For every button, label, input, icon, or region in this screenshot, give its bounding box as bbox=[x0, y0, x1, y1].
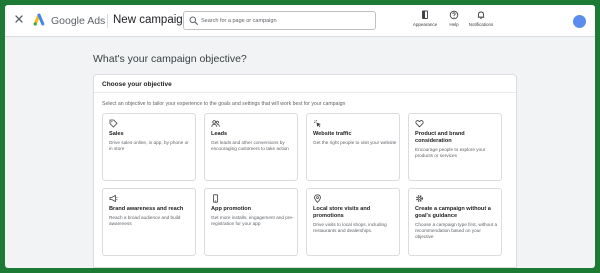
objective-title: Product and brand consideration bbox=[415, 131, 465, 144]
settings-gear-icon bbox=[416, 195, 423, 202]
search-input[interactable] bbox=[201, 13, 371, 28]
title-divider bbox=[107, 14, 108, 28]
avatar[interactable] bbox=[573, 15, 586, 28]
objective-title: Brand awareness and reach bbox=[109, 206, 184, 212]
notifications-button[interactable]: Notifications bbox=[463, 10, 499, 32]
appearance-icon bbox=[422, 10, 428, 19]
objective-description: Get the right people to visit your websi… bbox=[313, 140, 397, 145]
objective-title: Local store visits and promotions bbox=[313, 206, 371, 219]
page-title: New campaign bbox=[113, 14, 190, 26]
browser-window: Google Ads New campaign Appearance Help bbox=[5, 5, 595, 268]
objective-title: Create a campaign without a goal's guida… bbox=[415, 206, 491, 219]
objective-description: Encourage people to explore your product… bbox=[415, 147, 486, 158]
cursor-click-icon bbox=[314, 120, 321, 128]
objective-title: App promotion bbox=[211, 206, 252, 212]
objective-description: Drive visits to local shops, including r… bbox=[313, 222, 387, 233]
heart-icon bbox=[415, 120, 424, 128]
help-icon bbox=[449, 10, 459, 20]
panel-divider bbox=[94, 92, 516, 93]
google-ads-logo-icon bbox=[33, 13, 45, 26]
objective-description: Get leads and other conversions by encou… bbox=[211, 140, 289, 151]
objective-description: Reach a broad audience and build awarene… bbox=[109, 215, 181, 226]
top-bar: Google Ads New campaign Appearance Help bbox=[5, 5, 595, 37]
brand-name: Google Ads bbox=[51, 15, 106, 27]
objective-card-local-store[interactable]: Local store visits and promotions Drive … bbox=[306, 188, 400, 256]
objective-card-app-promotion[interactable]: App promotion Get more installs, engagem… bbox=[204, 188, 298, 256]
objective-card-sales[interactable]: Sales Drive sales online, in app, by pho… bbox=[102, 113, 196, 181]
tag-icon bbox=[109, 119, 118, 128]
panel-subtitle: Select an objective to tailor your exper… bbox=[102, 101, 346, 107]
close-icon[interactable] bbox=[13, 13, 25, 25]
objective-card-website-traffic[interactable]: Website traffic Get the right people to … bbox=[306, 113, 400, 181]
objective-card-no-guidance[interactable]: Create a campaign without a goal's guida… bbox=[408, 188, 502, 256]
location-pin-icon bbox=[314, 194, 321, 203]
objective-card-consideration[interactable]: Product and brand consideration Encourag… bbox=[408, 113, 502, 181]
search-icon bbox=[189, 16, 198, 25]
objective-panel: Choose your objective Select an objectiv… bbox=[93, 74, 517, 268]
objective-card-leads[interactable]: Leads Get leads and other conversions by… bbox=[204, 113, 298, 181]
search-box[interactable] bbox=[183, 11, 376, 30]
objective-card-awareness[interactable]: Brand awareness and reach Reach a broad … bbox=[102, 188, 196, 256]
objective-title: Sales bbox=[109, 131, 124, 137]
people-icon bbox=[211, 120, 220, 127]
notifications-label: Notifications bbox=[468, 22, 494, 27]
objective-title: Website traffic bbox=[313, 131, 352, 137]
bell-icon bbox=[477, 11, 485, 20]
panel-title: Choose your objective bbox=[102, 81, 172, 88]
objective-description: Get more installs, engagement and pre-re… bbox=[211, 215, 294, 226]
phone-icon bbox=[213, 194, 218, 203]
objective-description: Choose a campaign type first, without a … bbox=[415, 222, 498, 239]
megaphone-icon bbox=[109, 194, 118, 203]
page-heading: What's your campaign objective? bbox=[93, 53, 247, 65]
objective-description: Drive sales online, in app, by phone or … bbox=[109, 140, 189, 151]
objective-title: Leads bbox=[211, 131, 228, 137]
